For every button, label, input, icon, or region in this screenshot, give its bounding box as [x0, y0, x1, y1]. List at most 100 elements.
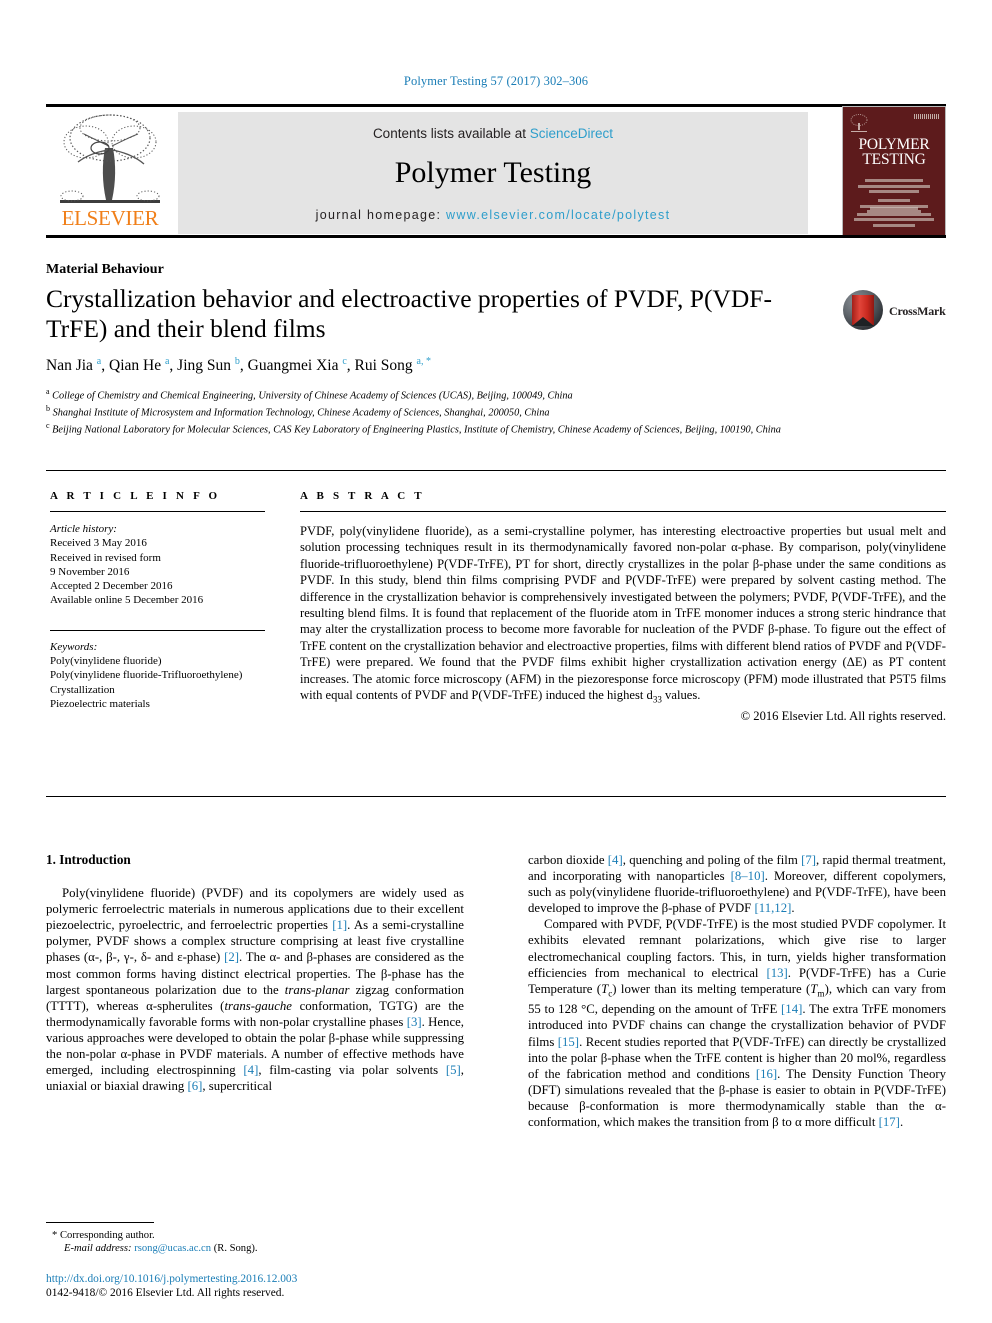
author-name: Guangmei Xia c [247, 356, 347, 375]
article-history-item: 9 November 2016 [50, 565, 130, 578]
italic-term: trans-planar [284, 982, 350, 997]
author-separator: , [169, 357, 178, 375]
citation-link[interactable]: [8–10] [731, 869, 765, 883]
corresponding-author-line: * Corresponding author. [46, 1229, 464, 1242]
author-separator: , [239, 357, 248, 375]
citation-link[interactable]: [16] [756, 1067, 777, 1081]
article-history-item: Received in revised form [50, 551, 161, 564]
subscript: c [608, 988, 613, 999]
citation-link[interactable]: [17] [879, 1115, 900, 1129]
elsevier-logo: ELSEVIER [50, 112, 170, 234]
citation-link[interactable]: [11,12] [755, 901, 792, 915]
abstract-column: A B S T R A C T PVDF, poly(vinylidene fl… [300, 490, 946, 724]
section-label: Material Behaviour [46, 262, 164, 277]
citation-link[interactable]: [15] [558, 1035, 579, 1049]
author-affiliation-mark: a, * [416, 356, 431, 367]
citation-link[interactable]: [13] [766, 966, 787, 980]
author-separator: , [346, 357, 355, 375]
keyword-item: Poly(vinylidene fluoride-Trifluoroethyle… [50, 669, 243, 682]
cover-title-line2: TESTING [862, 151, 926, 168]
intro-paragraph-right-1: carbon dioxide [4], quenching and poling… [528, 853, 946, 916]
cover-title-line1: POLYMER [858, 136, 930, 153]
cover-title: POLYMER TESTING [843, 136, 945, 168]
citation-link[interactable]: [4] [608, 853, 623, 867]
email-label: E-mail address: [64, 1243, 132, 1255]
abstract-copyright: © 2016 Elsevier Ltd. All rights reserved… [740, 708, 946, 723]
author-separator: , [101, 357, 109, 375]
contents-label: Contents lists available at [372, 126, 530, 141]
email-link[interactable]: rsong@ucas.ac.cn [134, 1243, 211, 1254]
abstract-heading: A B S T R A C T [300, 490, 425, 502]
citation-link[interactable]: [5] [446, 1063, 461, 1077]
corresponding-marker: * [52, 1230, 58, 1241]
keywords-divider [50, 629, 265, 631]
journal-homepage-line: journal homepage: www.elsevier.com/locat… [178, 208, 808, 222]
italic-term: trans-gauche [224, 998, 292, 1013]
elsevier-wordmark: ELSEVIER [61, 206, 159, 230]
author-name: Nan Jia a [46, 356, 102, 375]
corresponding-author-footnote: * Corresponding author. E-mail address: … [46, 1222, 464, 1256]
crossmark-badge[interactable]: CrossMark [843, 290, 948, 330]
sciencedirect-link[interactable]: ScienceDirect [530, 126, 613, 141]
abstract-divider [300, 511, 946, 512]
keyword-item: Crystallization [50, 683, 115, 696]
journal-title: Polymer Testing [394, 156, 592, 189]
footnote-rule [46, 1222, 154, 1223]
crossmark-notch-icon [852, 317, 874, 326]
doi-link[interactable]: http://dx.doi.org/10.1016/j.polymertesti… [46, 1272, 506, 1286]
cover-elsevier-icon [850, 114, 868, 132]
subscript: m [817, 988, 825, 999]
article-history-item: Received 3 May 2016 [50, 537, 147, 550]
body-column-right: carbon dioxide [4], quenching and poling… [528, 852, 946, 1130]
cover-text-block-lower [851, 207, 937, 229]
article-history-label: Article history: [50, 523, 117, 535]
author-name: Jing Sun b [177, 356, 240, 375]
masthead-top-rule [46, 104, 946, 107]
affiliation-list: a College of Chemistry and Chemical Engi… [46, 386, 906, 437]
page-title: Crystallization behavior and electroacti… [46, 284, 772, 343]
journal-masthead: ELSEVIER Contents lists available at Sci… [46, 104, 946, 238]
article-info-column: A R T I C L E I N F O Article history: R… [50, 490, 265, 711]
keyword-item: Poly(vinylidene fluoride) [50, 655, 162, 668]
keywords-label: Keywords: [50, 640, 98, 653]
affiliation-item: a College of Chemistry and Chemical Engi… [46, 387, 573, 402]
homepage-label: journal homepage: [315, 208, 447, 222]
citation-link[interactable]: [6] [187, 1079, 202, 1093]
intro-paragraph-left: Poly(vinylidene fluoride) (PVDF) and its… [46, 886, 465, 1094]
info-block-top-rule [46, 470, 946, 471]
email-line: E-mail address: rsong@ucas.ac.cn (R. Son… [46, 1242, 464, 1255]
author-list: Nan Jia a, Qian He a, Jing Sun b, Guangm… [46, 356, 826, 375]
affiliation-mark: c [46, 421, 50, 431]
info-block-bottom-rule [46, 796, 946, 797]
citation-link[interactable]: [2] [224, 950, 239, 964]
citation-link[interactable]: [14] [781, 1002, 802, 1016]
keyword-item: Piezoelectric materials [50, 697, 150, 710]
masthead-bottom-rule [46, 235, 946, 238]
citation-link[interactable]: [7] [801, 853, 816, 867]
author-name: Rui Song a, * [354, 356, 431, 375]
issn-copyright-line: 0142-9418/© 2016 Elsevier Ltd. All right… [46, 1287, 285, 1300]
abstract-text: PVDF, poly(vinylidene fluoride), as a se… [300, 524, 946, 705]
citation-link[interactable]: [3] [407, 1015, 422, 1029]
homepage-url-link[interactable]: www.elsevier.com/locate/polytest [446, 208, 670, 222]
introduction-heading: 1. Introduction [46, 852, 131, 867]
elsevier-tree-icon [60, 114, 160, 203]
email-suffix: (R. Song). [213, 1243, 258, 1255]
citation-link[interactable]: [4] [243, 1063, 258, 1077]
article-info-divider [50, 511, 265, 512]
affiliation-item: c Beijing National Laboratory for Molecu… [46, 421, 781, 436]
article-history-item: Accepted 2 December 2016 [50, 580, 173, 593]
article-info-heading: A R T I C L E I N F O [50, 490, 221, 502]
affiliation-item: b Shanghai Institute of Microsystem and … [46, 404, 550, 419]
running-head: Polymer Testing 57 (2017) 302–306 [403, 74, 589, 88]
affiliation-mark: a [46, 387, 50, 396]
history-lines: Received 3 May 2016 Received in revised f… [50, 536, 265, 607]
crossmark-disc-icon [843, 290, 883, 330]
body-column-left: 1. Introduction Poly(vinylidene fluoride… [46, 852, 464, 1094]
citation-link[interactable]: [1] [332, 918, 347, 932]
crossmark-label: CrossMark [889, 304, 946, 318]
subscript: 33 [652, 694, 662, 705]
corresponding-text: Corresponding author. [59, 1230, 155, 1241]
article-history-item: Available online 5 December 2016 [50, 594, 204, 607]
intro-paragraph-right-2: Compared with PVDF, P(VDF-TrFE) is the m… [528, 917, 947, 1130]
